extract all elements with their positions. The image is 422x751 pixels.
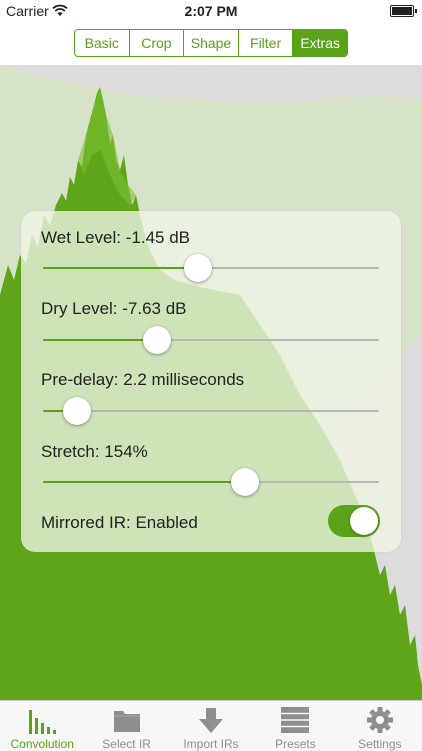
tab-convolution[interactable]: Convolution [0,701,84,751]
slider-fill [43,267,198,269]
tab-extras[interactable]: Extras [292,30,347,56]
tab-basic[interactable]: Basic [75,30,129,56]
slider-fill [43,481,245,483]
dry-level-slider[interactable] [43,326,379,356]
slider-fill [43,339,158,341]
status-bar: Carrier 2:07 PM [0,0,422,22]
pre-delay-slider[interactable] [43,397,379,427]
tab-shape[interactable]: Shape [183,30,238,56]
gear-icon [366,707,393,733]
tab-label: Settings [358,737,402,751]
tab-import-irs[interactable]: Import IRs [169,701,253,751]
extras-panel: Wet Level: -1.45 dB Dry Level: -7.63 dB … [21,211,401,552]
slider-thumb[interactable] [230,468,259,496]
pre-delay-label: Pre-delay: 2.2 milliseconds [41,370,245,389]
slider-thumb[interactable] [183,254,212,282]
tab-label: Convolution [10,737,74,751]
slider-track [43,410,379,412]
tab-label: Presets [275,737,316,751]
tab-select-ir[interactable]: Select IR [84,701,168,751]
bar-chart-icon [29,710,57,734]
wet-level-label: Wet Level: -1.45 dB [41,228,190,247]
mirrored-ir-toggle[interactable] [328,505,380,537]
toggle-knob [350,507,378,535]
slider-thumb[interactable] [143,326,172,354]
clock: 2:07 PM [184,3,238,19]
battery-icon [390,5,417,17]
mirrored-ir-label: Mirrored IR: Enabled [41,513,198,532]
tab-presets[interactable]: Presets [253,701,337,751]
tab-label: Import IRs [183,737,239,751]
dry-level-label: Dry Level: -7.63 dB [41,299,187,318]
download-arrow-icon [199,708,224,733]
stretch-label: Stretch: 154% [41,442,148,461]
tab-filter[interactable]: Filter [237,30,293,56]
folder-icon [113,711,140,732]
slider-thumb[interactable] [62,397,91,425]
mode-segmented-control: Basic Crop Shape Filter Extras [74,29,348,57]
tab-label: Select IR [102,737,151,751]
tab-bar: Convolution Select IR Import IRs Presets [0,700,422,751]
tab-settings[interactable]: Settings [338,701,422,751]
wet-level-slider[interactable] [43,254,379,284]
list-icon [281,707,310,733]
tab-crop[interactable]: Crop [128,30,184,56]
stretch-slider[interactable] [43,468,379,498]
